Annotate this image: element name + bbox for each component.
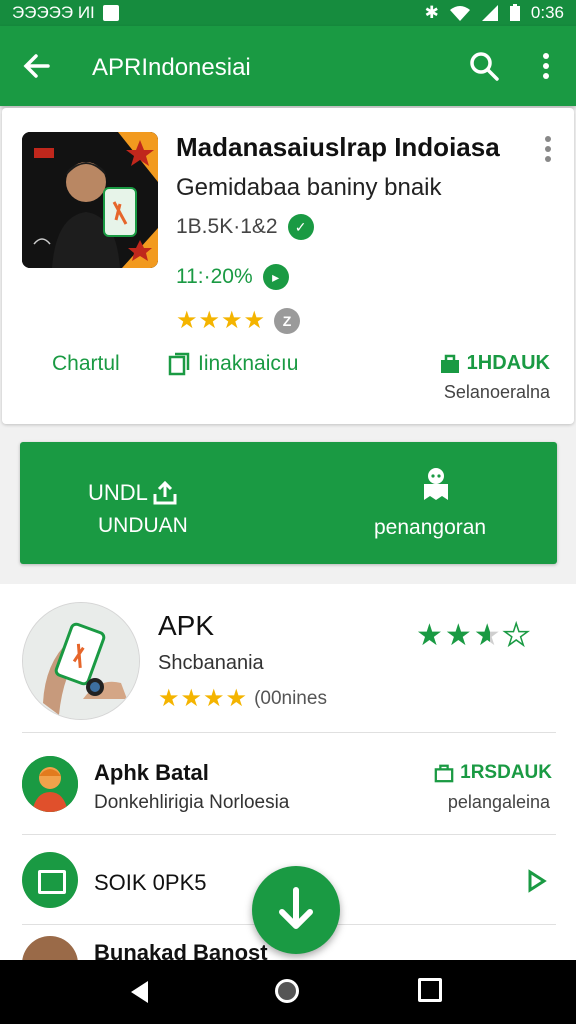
download-action-button[interactable]: 1HDAUK: [439, 352, 550, 375]
app-title: APRIndonesiai: [92, 54, 251, 81]
row2-sub: Donkehlirigia Norloesia: [94, 792, 290, 813]
app-meta-progress: 11:·20% ▸: [176, 264, 289, 290]
undl-label: UNDL: [88, 480, 148, 505]
battery-icon: [509, 4, 520, 21]
android-robot-icon[interactable]: [416, 464, 456, 504]
apk-illustration: [22, 602, 140, 720]
nav-home-icon[interactable]: [272, 976, 302, 1006]
bag-icon: [434, 764, 454, 783]
play-circle-icon: ▸: [262, 264, 289, 290]
row2-right-sub: pelangaleina: [447, 792, 550, 812]
unduan-label[interactable]: UNDUAN: [98, 514, 188, 538]
list-divider: [22, 834, 556, 835]
undl-button[interactable]: UNDL: [88, 480, 178, 506]
apk-rating-stars: ★★★★: [158, 685, 249, 712]
action-banner: UNDL UNDUAN penangoran: [20, 442, 557, 564]
row2-download-label[interactable]: 1RSDAUK: [434, 762, 552, 784]
apk-rating-text: (00nines: [254, 687, 327, 709]
copy-icon: [168, 352, 190, 376]
apk-rating: ★★★★ (00nines: [158, 684, 327, 713]
apk-name: APK: [158, 610, 215, 641]
rating-stars: ★★★★: [176, 307, 267, 334]
notification-icon: [102, 5, 119, 21]
penangoran-label[interactable]: penangoran: [374, 516, 486, 540]
apk-green-stars: ★★★★: [416, 618, 532, 653]
app-bar: APRIndonesiai: [0, 26, 576, 106]
inakna-action-button[interactable]: Iinaknaicıu: [168, 352, 298, 376]
rating-badge: Z: [274, 307, 301, 334]
download-fab[interactable]: [252, 866, 340, 954]
row2-download-text: 1RSDAUK: [460, 762, 552, 783]
wifi-icon: [449, 6, 470, 21]
bluetooth-icon: ✱: [424, 3, 439, 22]
app-subtitle: Gemidabaa baniny bnaik: [176, 174, 442, 201]
status-time: 0:36: [530, 3, 564, 22]
app-thumbnail[interactable]: [22, 132, 158, 268]
chart-action-button[interactable]: Chartul: [52, 352, 120, 376]
bag-icon: [440, 354, 459, 373]
download-label: 1HDAUK: [466, 352, 550, 374]
card-more-icon[interactable]: [540, 134, 556, 164]
upload-icon: [153, 480, 177, 505]
downloads-text: 1B.5K·1&2: [176, 215, 278, 238]
progress-text: 11:·20%: [176, 265, 253, 288]
nav-back-icon[interactable]: [126, 978, 154, 1006]
row2-name: Aphk Batal: [94, 760, 209, 785]
more-vert-icon[interactable]: [532, 48, 560, 84]
app-title-heading: Madanasaiuslrap Indoiasa: [176, 132, 500, 162]
verified-icon: ✓: [287, 214, 314, 240]
status-left-text: ЭЭЭЭЭ ИI: [12, 3, 95, 22]
signal-icon: [481, 5, 498, 21]
nav-recents-icon[interactable]: [418, 978, 442, 1002]
list-divider: [22, 732, 556, 733]
inakna-label: Iinaknaicıu: [198, 352, 299, 375]
app-meta-downloads: 1B.5K·1&2 ✓: [176, 214, 314, 240]
chevron-right-icon[interactable]: [522, 866, 552, 896]
app-rating: ★★★★ Z: [176, 306, 301, 335]
status-bar: ЭЭЭЭЭ ИI ✱ 0:36: [0, 0, 576, 26]
arrow-down-icon: [279, 887, 313, 929]
back-arrow-icon[interactable]: [18, 48, 54, 84]
row3-name: SOIK 0PK5: [94, 870, 207, 895]
system-nav-bar: [0, 960, 576, 1024]
tablet-icon: [22, 852, 78, 908]
download-sublabel: Selanoeralna: [443, 382, 550, 402]
search-icon[interactable]: [466, 48, 502, 84]
app-detail-card: Madanasaiuslrap Indoiasa Gemidabaa banin…: [2, 108, 574, 424]
user-avatar: [22, 756, 78, 812]
apk-category: Shcbanania: [158, 652, 264, 674]
